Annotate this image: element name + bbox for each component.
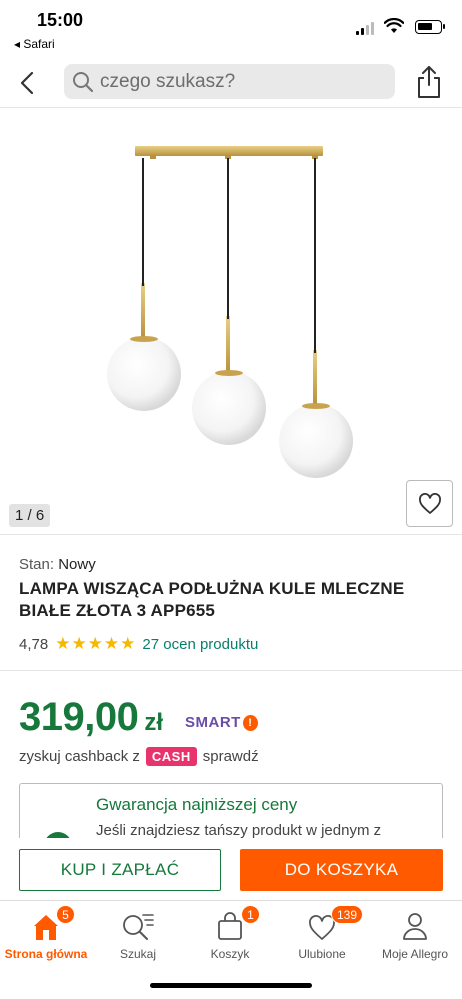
search-input[interactable] bbox=[100, 70, 380, 93]
tab-favorites[interactable]: 139 Ulubione bbox=[276, 905, 368, 961]
search-bar[interactable] bbox=[64, 64, 395, 99]
smart-label: SMART bbox=[185, 714, 241, 731]
purchase-actions: KUP I ZAPŁAĆ DO KOSZYKA bbox=[0, 838, 462, 900]
home-indicator bbox=[150, 983, 312, 988]
clock: 15:00 bbox=[37, 10, 84, 30]
user-icon bbox=[403, 913, 427, 940]
condition-label: Stan: bbox=[19, 556, 55, 573]
product-title: LAMPA WISZĄCA PODŁUŻNA KULE MLECZNE BIAŁ… bbox=[19, 579, 405, 620]
price-currency: zł bbox=[144, 709, 164, 736]
tab-cart[interactable]: 1 Koszyk bbox=[184, 905, 276, 961]
rating-score: 4,78 bbox=[19, 635, 49, 653]
status-bar: 15:00 ◂ Safari bbox=[0, 0, 462, 58]
cart-badge: 1 bbox=[241, 905, 260, 924]
buy-now-button[interactable]: KUP I ZAPŁAĆ bbox=[19, 849, 221, 891]
product-condition: Stan: Nowy bbox=[19, 556, 96, 573]
back-arrow-icon[interactable] bbox=[15, 68, 41, 98]
add-to-cart-button[interactable]: DO KOSZYKA bbox=[240, 849, 443, 891]
condition-value: Nowy bbox=[58, 556, 96, 573]
guarantee-title: Gwarancja najniższej ceny bbox=[96, 795, 298, 814]
smart-bolt-icon: ! bbox=[242, 714, 258, 731]
wifi-icon bbox=[384, 18, 404, 33]
signal-icon bbox=[356, 22, 374, 35]
image-counter: 1 / 6 bbox=[9, 504, 51, 527]
add-to-favorites-button[interactable] bbox=[406, 480, 453, 527]
tab-search[interactable]: Szukaj bbox=[92, 909, 184, 961]
product-image-gallery[interactable]: 1 / 6 bbox=[0, 108, 462, 535]
tab-my-allegro[interactable]: Moje Allegro bbox=[368, 909, 462, 961]
back-to-safari-link[interactable]: ◂ Safari bbox=[14, 37, 55, 51]
product-rating[interactable]: 4,78 ★★★★★ 27 ocen produktu bbox=[19, 634, 258, 654]
tab-label: Strona główna bbox=[4, 947, 88, 961]
bag-icon bbox=[218, 912, 242, 940]
cashback-row: zyskuj cashback z CASH sprawdź bbox=[19, 747, 259, 766]
heart-outline-icon bbox=[418, 492, 441, 514]
cashback-check-link[interactable]: sprawdź bbox=[203, 748, 259, 765]
search-list-icon bbox=[123, 914, 154, 940]
rating-stars-icon: ★★★★★ bbox=[55, 634, 137, 653]
product-price: 319,00 zł bbox=[19, 695, 163, 740]
battery-icon bbox=[415, 20, 445, 34]
tab-home[interactable]: 5 Strona główna bbox=[0, 905, 92, 961]
guarantee-text: Jeśli znajdziesz tańszy produkt w jednym… bbox=[96, 822, 382, 839]
search-icon bbox=[73, 71, 94, 92]
tab-label: Szukaj bbox=[119, 947, 157, 961]
tab-label: Koszyk bbox=[210, 947, 250, 961]
divider bbox=[0, 670, 462, 671]
smart-badge[interactable]: SMART ! bbox=[185, 714, 258, 731]
home-badge: 5 bbox=[56, 905, 75, 924]
cash-badge: CASH bbox=[145, 747, 197, 766]
tab-label: Ulubione bbox=[298, 947, 346, 961]
favorites-badge: 139 bbox=[331, 905, 364, 924]
product-image bbox=[107, 146, 353, 478]
cashback-text: zyskuj cashback z bbox=[19, 748, 140, 765]
top-navigation bbox=[0, 58, 462, 108]
share-icon[interactable] bbox=[414, 64, 444, 100]
tab-label: Moje Allegro bbox=[381, 947, 449, 961]
ratings-count-link[interactable]: 27 ocen produktu bbox=[142, 636, 258, 653]
price-amount: 319,00 bbox=[19, 695, 139, 739]
